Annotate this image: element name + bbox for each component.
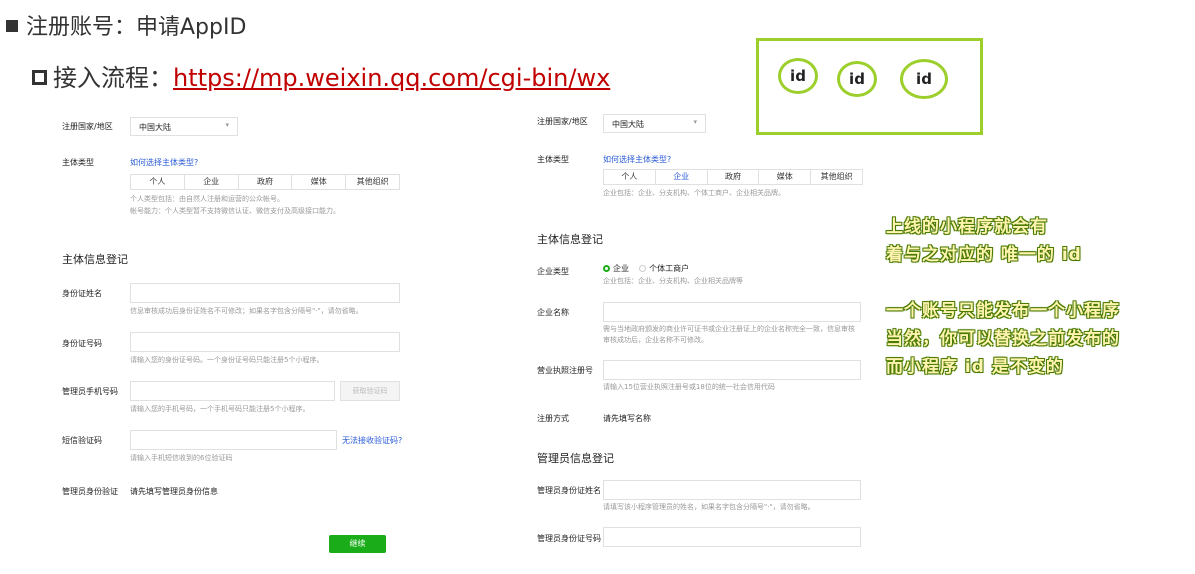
tab-enterprise[interactable]: 企业 xyxy=(656,170,708,184)
radio-individual-label: 个体工商户 xyxy=(649,264,690,273)
country-label: 注册国家/地区 xyxy=(62,122,113,131)
heading-text: 注册账号：申请AppID xyxy=(26,15,247,40)
tab-other-org[interactable]: 其他组织 xyxy=(811,170,862,184)
registration-link[interactable]: https://mp.weixin.qq.com/cgi-bin/wx xyxy=(173,64,610,92)
id-bubble: id xyxy=(900,59,948,99)
id-number-hint: 请输入您的身份证号码。一个身份证号码只能注册5个小程序。 xyxy=(130,356,324,364)
tab-personal[interactable]: 个人 xyxy=(604,170,656,184)
entity-type-help-link[interactable]: 如何选择主体类型? xyxy=(130,157,198,168)
slide-heading: 注册账号：申请AppID xyxy=(6,9,246,41)
phone-hint: 请输入您的手机号码，一个手机号码只能注册5个小程序。 xyxy=(130,405,310,413)
entity-type-tabs: 个人 企业 政府 媒体 其他组织 xyxy=(603,169,863,185)
radio-enterprise-label: 企业 xyxy=(613,264,629,273)
tab-enterprise[interactable]: 企业 xyxy=(185,175,239,189)
reg-method-value: 请先填写名称 xyxy=(603,414,651,423)
id-bubble: id xyxy=(778,58,818,94)
admin-id-label: 管理员身份证号码 xyxy=(537,534,601,543)
radio-unselected-icon xyxy=(639,265,647,272)
company-name-hint-2: 审核成功后，企业名称不可修改。 xyxy=(603,336,708,344)
entity-type-tabs: 个人 企业 政府 媒体 其他组织 xyxy=(130,174,400,190)
tab-media[interactable]: 媒体 xyxy=(759,170,812,184)
entity-type-label: 主体类型 xyxy=(537,155,569,164)
id-bubble: id xyxy=(837,61,877,97)
entity-hint: 个人类型包括：由自然人注册和运营的公众帐号。 xyxy=(130,195,284,203)
radio-selected-icon xyxy=(603,265,610,272)
annotation-note: 上线的小程序就会有 xyxy=(886,217,1048,237)
bullet-square-icon xyxy=(6,20,18,32)
annotation-note: 着与之对应的 唯一的 id xyxy=(886,245,1082,265)
sms-help-link[interactable]: 无法接收验证码? xyxy=(342,435,402,446)
entity-type-label: 主体类型 xyxy=(62,158,94,167)
id-name-hint: 信息审核成功后身份证姓名不可修改；如果名字包含分隔号"·"，请勿省略。 xyxy=(130,307,363,315)
sms-hint: 请输入手机短信收到的6位验证码 xyxy=(130,454,233,462)
section-title: 主体信息登记 xyxy=(62,253,128,266)
admin-name-label: 管理员身份证姓名 xyxy=(537,486,601,495)
country-select[interactable]: 中国大陆 ▾ xyxy=(603,114,706,133)
tab-personal[interactable]: 个人 xyxy=(131,175,185,189)
country-value: 中国大陆 xyxy=(612,120,644,129)
tab-other-org[interactable]: 其他组织 xyxy=(346,175,399,189)
tab-government[interactable]: 政府 xyxy=(239,175,293,189)
license-label: 营业执照注册号 xyxy=(537,366,593,375)
company-type-hint: 企业包括：企业、分支机构、企业相关品牌等 xyxy=(603,277,743,285)
phone-input[interactable] xyxy=(130,381,335,401)
company-name-input[interactable] xyxy=(603,302,861,322)
chevron-down-icon: ▾ xyxy=(693,118,697,126)
sms-label: 短信验证码 xyxy=(62,436,102,445)
annotation-note: 一个账号只能发布一个小程序 xyxy=(886,301,1120,321)
admin-name-input[interactable] xyxy=(603,480,861,500)
phone-label: 管理员手机号码 xyxy=(62,387,118,396)
admin-verify-label: 管理员身份验证 xyxy=(62,487,118,496)
id-number-label: 身份证号码 xyxy=(62,339,102,348)
radio-enterprise[interactable]: 企业 xyxy=(603,264,629,273)
bullet-checkbox-icon xyxy=(32,70,47,85)
country-label: 注册国家/地区 xyxy=(537,117,588,126)
admin-verify-value: 请先填写管理员身份信息 xyxy=(130,487,218,496)
company-type-radios: 企业 个体工商户 xyxy=(603,263,689,274)
tab-government[interactable]: 政府 xyxy=(708,170,760,184)
subheading-label: 接入流程： xyxy=(53,64,173,92)
section-title: 主体信息登记 xyxy=(537,233,603,246)
entity-type-help-link[interactable]: 如何选择主体类型? xyxy=(603,154,671,165)
sms-input[interactable] xyxy=(130,430,337,450)
radio-individual[interactable]: 个体工商户 xyxy=(639,264,689,273)
company-type-label: 企业类型 xyxy=(537,267,569,276)
chevron-down-icon: ▾ xyxy=(225,121,229,129)
license-hint: 请输入15位营业执照注册号或18位的统一社会信用代码 xyxy=(603,383,775,391)
reg-method-label: 注册方式 xyxy=(537,414,569,423)
continue-button[interactable]: 继续 xyxy=(329,535,386,553)
admin-name-hint: 请填写该小程序管理员的姓名，如果名字包含分隔号"·"，请勿省略。 xyxy=(603,503,815,511)
entity-ability-hint: 帐号能力：个人类型暂不支持微信认证、微信支付及高级接口能力。 xyxy=(130,207,340,215)
tab-media[interactable]: 媒体 xyxy=(292,175,347,189)
slide-subheading: 接入流程：https://mp.weixin.qq.com/cgi-bin/wx xyxy=(32,58,610,93)
id-name-input[interactable] xyxy=(130,283,400,303)
get-code-button[interactable]: 获取验证码 xyxy=(340,381,400,401)
admin-section-title: 管理员信息登记 xyxy=(537,452,614,465)
id-number-input[interactable] xyxy=(130,332,400,352)
annotation-note: 当然，你可以替换之前发布的 xyxy=(886,329,1120,349)
annotation-note: 而小程序 id 是不变的 xyxy=(886,357,1064,377)
entity-hint: 企业包括：企业、分支机构、个体工商户、企业相关品牌。 xyxy=(603,189,785,197)
company-name-label: 企业名称 xyxy=(537,308,569,317)
country-select[interactable]: 中国大陆 ▾ xyxy=(130,117,238,136)
admin-id-input[interactable] xyxy=(603,527,861,547)
id-name-label: 身份证姓名 xyxy=(62,289,102,298)
license-input[interactable] xyxy=(603,360,861,380)
country-value: 中国大陆 xyxy=(139,123,171,132)
